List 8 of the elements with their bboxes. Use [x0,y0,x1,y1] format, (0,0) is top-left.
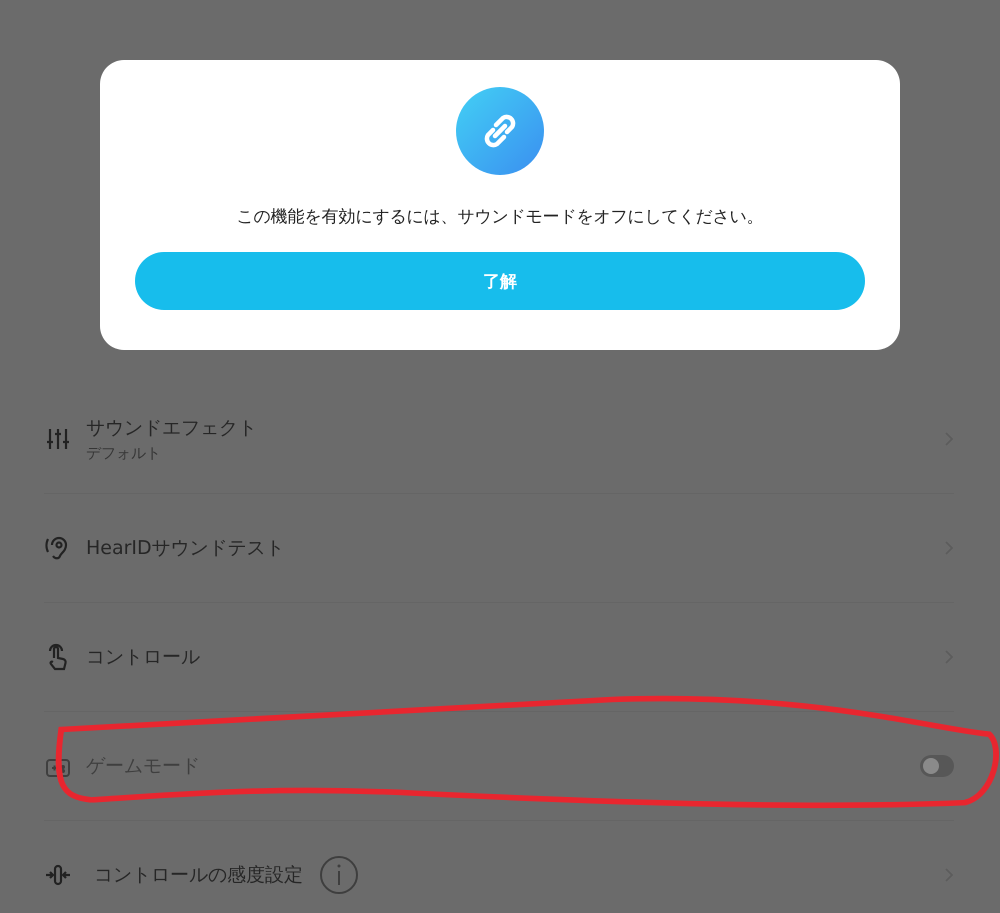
setting-label: サウンドエフェクト [86,416,257,441]
info-icon[interactable] [319,855,359,895]
ok-button[interactable]: 了解 [135,252,865,310]
setting-label: HearIDサウンドテスト [86,536,285,561]
setting-label: コントロールの感度設定 [94,863,303,888]
link-icon [456,87,544,175]
dialog-message: この機能を有効にするには、サウンドモードをオフにしてください。 [236,206,764,228]
setting-label: コントロール [86,645,200,670]
